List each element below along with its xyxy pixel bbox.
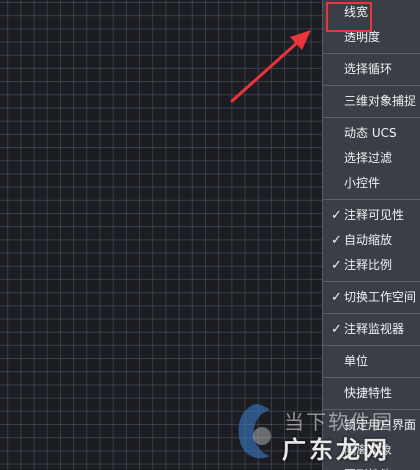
- checkmark-icon: ✓: [331, 463, 342, 470]
- checkmark-icon: ✓: [331, 322, 342, 337]
- menu-item[interactable]: ✓ 注释监视器: [323, 317, 420, 342]
- status-bar-customization-menu: 线宽 透明度 选择循环 三维对象捕捉 动态 UCS 选择过滤 小控件 ✓ 注释可见性 ✓ 自动缩放 ✓…: [322, 0, 420, 470]
- menu-separator: [323, 117, 420, 118]
- checkmark-icon: ✓: [331, 208, 342, 223]
- menu-item-label: 注释监视器: [344, 322, 405, 336]
- menu-item-label: 动态 UCS: [344, 126, 397, 140]
- menu-item[interactable]: ✓ 注释可见性: [323, 203, 420, 228]
- menu-item[interactable]: 快捷特性: [323, 381, 420, 406]
- menu-separator: [323, 409, 420, 410]
- menu-item[interactable]: ✓图形性能: [323, 463, 420, 470]
- menu-item-label: 隔离对象: [344, 443, 393, 457]
- menu-item-label: 线宽: [344, 5, 369, 19]
- menu-item[interactable]: 三维对象捕捉: [323, 89, 420, 114]
- menu-item-label: 锁定用户界面: [344, 418, 417, 432]
- menu-item[interactable]: ✓ 切换工作空间: [323, 285, 420, 310]
- menu-item[interactable]: 线宽: [323, 0, 420, 25]
- menu-item[interactable]: ✓ 注释比例: [323, 253, 420, 278]
- menu-item[interactable]: 动态 UCS: [323, 121, 420, 146]
- menu-separator: [323, 377, 420, 378]
- menu-item-label: 选择循环: [344, 62, 393, 76]
- menu-item-label: 三维对象捕捉: [344, 94, 417, 108]
- menu-item-label: 小控件: [344, 176, 381, 190]
- checkmark-icon: ✓: [331, 290, 342, 305]
- menu-item[interactable]: 锁定用户界面: [323, 413, 420, 438]
- menu-item-label: 快捷特性: [344, 386, 393, 400]
- menu-item[interactable]: ✓ 自动缩放: [323, 228, 420, 253]
- menu-item-label: 选择过滤: [344, 151, 393, 165]
- menu-item-label: 图形性能: [344, 463, 392, 470]
- menu-separator: [323, 313, 420, 314]
- checkmark-icon: ✓: [331, 258, 342, 273]
- menu-separator: [323, 53, 420, 54]
- menu-separator: [323, 85, 420, 86]
- menu-item[interactable]: 单位: [323, 349, 420, 374]
- menu-item[interactable]: 透明度: [323, 25, 420, 50]
- menu-item-label: 透明度: [344, 30, 381, 44]
- menu-item[interactable]: 选择循环: [323, 57, 420, 82]
- checkmark-icon: ✓: [331, 233, 342, 248]
- menu-separator: [323, 199, 420, 200]
- menu-item[interactable]: 选择过滤: [323, 146, 420, 171]
- menu-item[interactable]: 隔离对象: [323, 438, 420, 463]
- menu-item-label: 注释比例: [344, 258, 393, 272]
- menu-item-label: 自动缩放: [344, 233, 393, 247]
- menu-separator: [323, 345, 420, 346]
- menu-item-label: 单位: [344, 354, 369, 368]
- menu-item-label: 切换工作空间: [344, 290, 417, 304]
- menu-item[interactable]: 小控件: [323, 171, 420, 196]
- menu-item-label: 注释可见性: [344, 208, 405, 222]
- red-arrow-icon: [230, 30, 311, 103]
- menu-separator: [323, 281, 420, 282]
